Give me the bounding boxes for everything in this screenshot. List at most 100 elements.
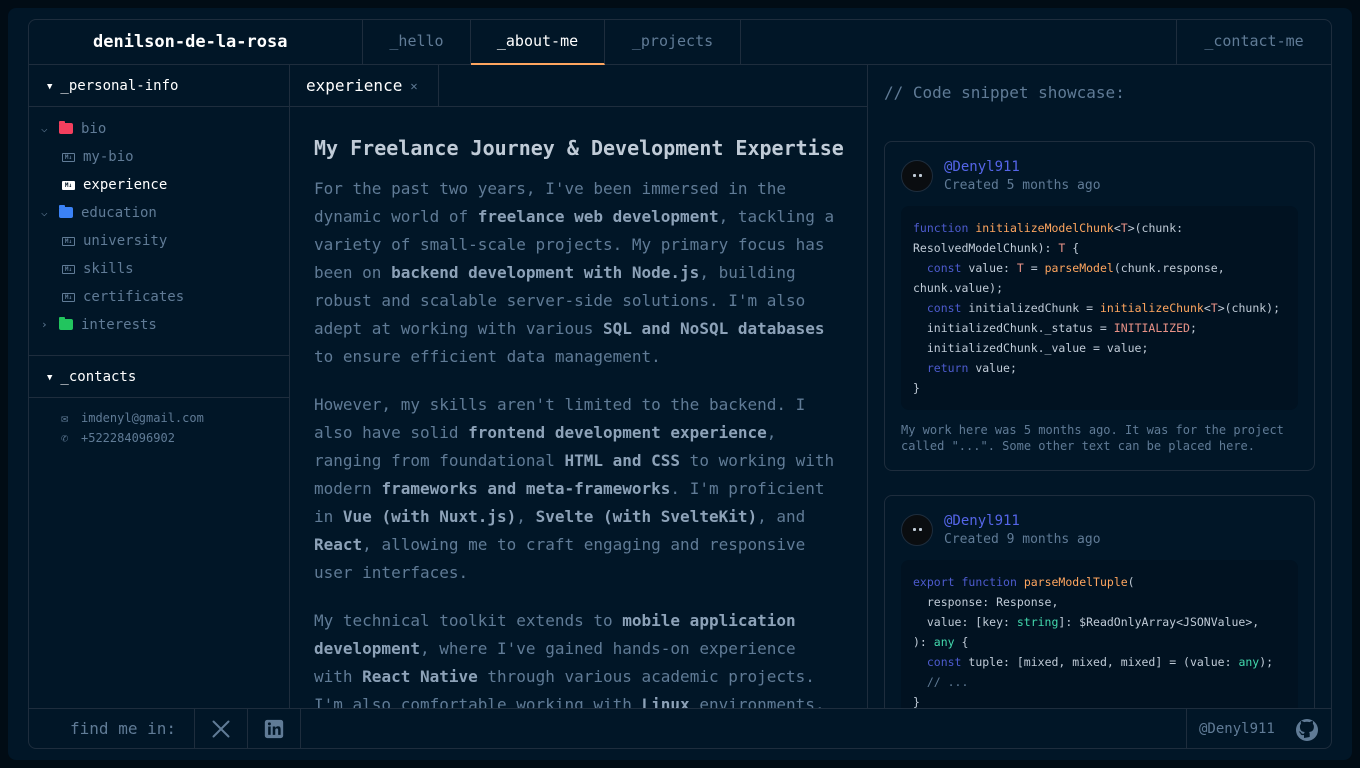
folder-label: bio (81, 121, 107, 137)
file-university[interactable]: M↓ university (29, 227, 289, 255)
contact-phone[interactable]: ✆ +522284096902 (29, 428, 289, 448)
file-certificates[interactable]: M↓ certificates (29, 283, 289, 311)
close-icon[interactable]: ✕ (410, 79, 417, 93)
highlight: React (314, 535, 363, 554)
file-skills[interactable]: M↓ skills (29, 255, 289, 283)
folder-icon (59, 121, 73, 134)
file-label: skills (83, 261, 134, 277)
avatar[interactable] (901, 160, 933, 192)
code-block: function initializeModelChunk<T>(chunk: … (901, 206, 1298, 410)
file-label: my-bio (83, 149, 134, 165)
file-tab-bar: experience ✕ (290, 65, 867, 107)
file-label: university (83, 233, 168, 249)
markdown-icon: M↓ (62, 293, 75, 302)
file-label: experience (83, 177, 168, 193)
tab-about-me[interactable]: _about-me (471, 20, 605, 65)
highlight: Linux (641, 695, 690, 708)
linkedin-link[interactable] (248, 709, 301, 748)
snippet-panel: // Code snippet showcase: @Denyl911 Crea… (868, 65, 1331, 708)
app-frame: denilson-de-la-rosa _hello _about-me _pr… (8, 8, 1352, 760)
find-me-label: find me in: (29, 709, 195, 748)
snippet-note: My work here was 5 months ago. It was fo… (901, 423, 1284, 453)
brand-name[interactable]: denilson-de-la-rosa (29, 20, 363, 64)
tab-projects[interactable]: _projects (605, 20, 741, 64)
mail-icon: ✉ (61, 411, 69, 425)
highlight: backend development with Node.js (391, 263, 700, 282)
personal-info-label: _personal-info (60, 78, 179, 94)
markdown-icon: M↓ (62, 265, 75, 274)
editor-pane: experience ✕ My Freelance Journey & Devel… (290, 65, 868, 708)
caret-down-icon: ▼ (47, 82, 53, 92)
file-tab-experience[interactable]: experience ✕ (290, 65, 439, 107)
file-experience[interactable]: M↓ experience (29, 171, 289, 199)
highlight: HTML and CSS (564, 451, 681, 470)
portfolio-window: denilson-de-la-rosa _hello _about-me _pr… (28, 19, 1332, 749)
phone-icon: ✆ (61, 431, 69, 445)
text: My technical toolkit extends to (314, 611, 623, 630)
x-twitter-icon (212, 720, 230, 738)
snippet-card: @Denyl911 Created 9 months ago export fu… (884, 495, 1315, 708)
contacts-label: _contacts (60, 369, 137, 385)
email-text: imdenyl@gmail.com (81, 411, 204, 425)
article-title: My Freelance Journey & Development Exper… (314, 136, 844, 160)
contact-email[interactable]: ✉ imdenyl@gmail.com (29, 408, 289, 428)
phone-text: +522284096902 (81, 431, 175, 445)
file-label: certificates (83, 289, 185, 305)
avatar[interactable] (901, 514, 933, 546)
highlight: React Native (362, 667, 478, 686)
top-nav: denilson-de-la-rosa _hello _about-me _pr… (29, 20, 1331, 65)
folder-label: interests (81, 317, 157, 333)
personal-info-header[interactable]: ▼ _personal-info (29, 65, 289, 107)
highlight: SQL and NoSQL databases (602, 319, 825, 338)
highlight: Svelte (with SvelteKit) (535, 507, 758, 526)
text: , (516, 507, 536, 526)
contacts-header[interactable]: ▼ _contacts (29, 356, 289, 398)
github-icon (1296, 719, 1318, 741)
chevron-down-icon: ⌵ (41, 122, 48, 135)
snippet-created: Created 5 months ago (944, 178, 1101, 193)
contacts-list: ✉ imdenyl@gmail.com ✆ +522284096902 (29, 398, 289, 448)
text: to ensure efficient data management. (314, 347, 661, 366)
folder-bio[interactable]: ⌵ bio (29, 115, 289, 143)
chevron-down-icon: ⌵ (41, 206, 48, 219)
snippet-card: @Denyl911 Created 5 months ago function … (884, 141, 1315, 471)
snippet-username[interactable]: @Denyl911 (944, 159, 1020, 175)
highlight: frontend development experience (468, 423, 767, 442)
footer: find me in: @Denyl911 (29, 708, 1331, 748)
file-my-bio[interactable]: M↓ my-bio (29, 143, 289, 171)
showcase-title: // Code snippet showcase: (884, 83, 1125, 102)
snippet-header: @Denyl911 Created 9 months ago (885, 496, 1314, 560)
snippet-header: @Denyl911 Created 5 months ago (885, 142, 1314, 206)
folder-education[interactable]: ⌵ education (29, 199, 289, 227)
text: , allowing me to craft engaging and resp… (314, 535, 806, 582)
file-tree: ⌵ bio M↓ my-bio M↓ experience ⌵ educatio… (29, 107, 289, 356)
markdown-icon: M↓ (62, 153, 75, 162)
tab-contact-me[interactable]: _contact-me (1176, 20, 1331, 64)
folder-icon (59, 205, 73, 218)
snippet-created: Created 9 months ago (944, 532, 1101, 547)
linkedin-icon (264, 719, 284, 739)
folder-interests[interactable]: › interests (29, 311, 289, 339)
github-username: @Denyl911 (1199, 721, 1275, 737)
snippet-username[interactable]: @Denyl911 (944, 513, 1020, 529)
paragraph-1: For the past two years, I've been immers… (314, 175, 843, 371)
chevron-right-icon: › (41, 318, 48, 331)
folder-icon (59, 317, 73, 330)
sidebar: ▼ _personal-info ⌵ bio M↓ my-bio M↓ exper… (29, 65, 290, 708)
markdown-icon: M↓ (62, 181, 75, 190)
highlight: freelance web development (477, 207, 719, 226)
code-block: export function parseModelTuple( respons… (901, 560, 1298, 708)
article: My Freelance Journey & Development Exper… (290, 107, 867, 708)
markdown-icon: M↓ (62, 237, 75, 246)
text: , and (757, 507, 806, 526)
paragraph-3: My technical toolkit extends to mobile a… (314, 607, 843, 708)
file-tab-label: experience (306, 76, 403, 95)
paragraph-2: However, my skills aren't limited to the… (314, 391, 843, 587)
highlight: Vue (with Nuxt.js) (342, 507, 517, 526)
highlight: frameworks and meta-frameworks (381, 479, 671, 498)
caret-down-icon: ▼ (47, 373, 53, 383)
folder-label: education (81, 205, 157, 221)
github-link[interactable]: @Denyl911 (1186, 709, 1331, 748)
twitter-link[interactable] (195, 709, 248, 748)
tab-hello[interactable]: _hello (363, 20, 471, 64)
